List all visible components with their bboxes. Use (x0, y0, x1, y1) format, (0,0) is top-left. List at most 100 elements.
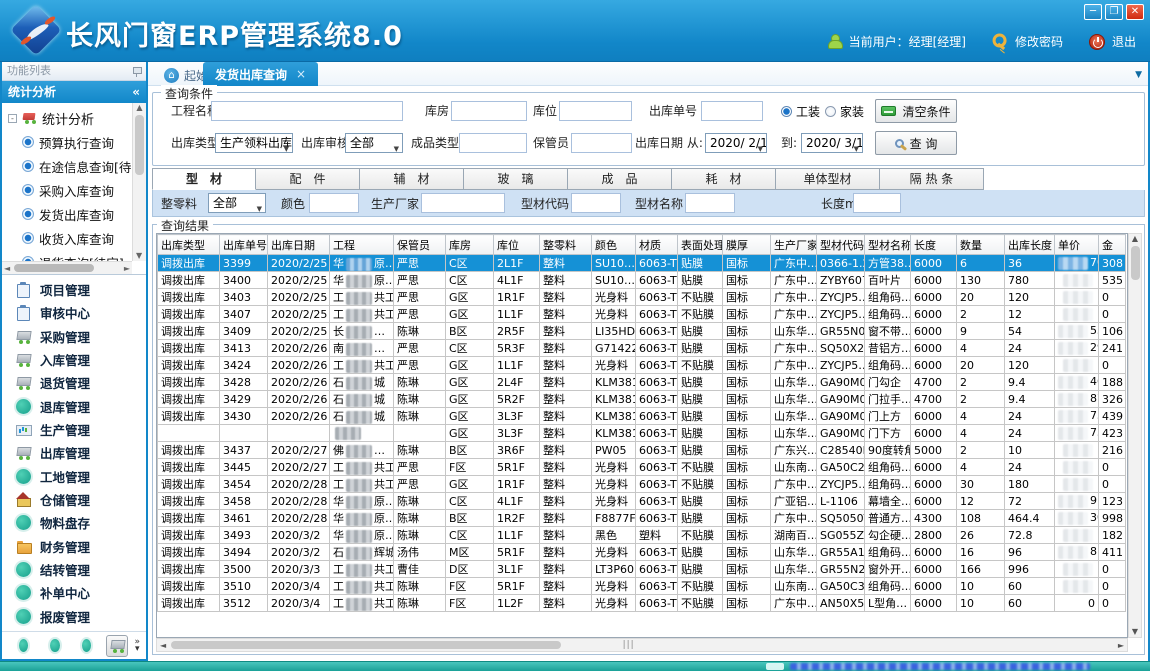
date-to-select[interactable]: 2020/ 3/16 (801, 133, 863, 153)
table-row[interactable]: 调拨出库34582020/2/28华原…陈琳C区4L1F整料光身料6063-T5… (158, 493, 1126, 510)
sidebar-item-6[interactable]: 生产管理 (2, 418, 146, 441)
profile-code-input[interactable] (571, 193, 621, 213)
table-scroll-down-icon[interactable]: ▼ (1129, 627, 1141, 636)
cart-button[interactable] (106, 635, 128, 657)
material-tab-1[interactable]: 配 件 (256, 168, 360, 190)
table-row[interactable]: 调拨出库34092020/2/25长…陈琳B区2R5F整料LI35HD6063-… (158, 323, 1126, 340)
radio-engineering[interactable]: 工装 (781, 103, 820, 120)
table-scroll-up-icon[interactable]: ▲ (1132, 234, 1138, 243)
clear-conditions-button[interactable]: 清空条件 (875, 99, 957, 123)
minimize-button[interactable]: ─ (1084, 4, 1102, 20)
sidebar-item-8[interactable]: 工地管理 (2, 465, 146, 488)
table-row[interactable]: 调拨出库34072020/2/25工共工程严思G区1L1F整料光身料6063-T… (158, 306, 1126, 323)
tree-scroll-down-icon[interactable]: ▼ (136, 251, 142, 260)
table-row[interactable]: 调拨出库34282020/2/26石城陈琳G区2L4F整料KLM38176063… (158, 374, 1126, 391)
location-input[interactable] (559, 101, 632, 121)
material-tab-0[interactable]: 型 材 (152, 168, 256, 190)
sidebar-item-1[interactable]: 审核中心 (2, 301, 146, 324)
tree-item-4[interactable]: 收货入库查询 (8, 226, 132, 250)
sidebar-item-3[interactable]: 入库管理 (2, 348, 146, 371)
column-header-color[interactable]: 颜色 (592, 235, 636, 255)
maximize-button[interactable]: ❐ (1105, 4, 1123, 20)
tab-shipping-outbound-query[interactable]: 发货出库查询 × (203, 62, 318, 86)
sidebar-item-7[interactable]: 出库管理 (2, 441, 146, 464)
length-mm-input[interactable] (853, 193, 901, 213)
table-scroll-left-icon[interactable]: ◄ (160, 641, 166, 650)
column-header-type[interactable]: 出库类型 (158, 235, 220, 255)
column-header-loc[interactable]: 库位 (494, 235, 540, 255)
sidebar-item-12[interactable]: 结转管理 (2, 558, 146, 581)
table-row[interactable]: 调拨出库34032020/2/25工共工程严思G区1R1F整料光身料6063-T… (158, 289, 1126, 306)
tab-close-icon[interactable]: × (296, 67, 306, 81)
tree-scroll-up-icon[interactable]: ▲ (136, 103, 142, 112)
table-row[interactable]: 调拨出库34942020/3/2石辉城汤伟M区5R1F整料光身料6063-T5贴… (158, 544, 1126, 561)
column-header-name[interactable]: 型材名称 (865, 235, 911, 255)
outbound-no-input[interactable] (701, 101, 763, 121)
column-header-keeper[interactable]: 保管员 (394, 235, 446, 255)
sidebar-item-11[interactable]: 财务管理 (2, 535, 146, 558)
sidebar-item-4[interactable]: 退货管理 (2, 371, 146, 394)
date-from-select[interactable]: 2020/ 2/16 (705, 133, 767, 153)
outbound-type-select[interactable]: 生产领料出库 (215, 133, 293, 153)
logout-link[interactable]: 退出 (1112, 33, 1136, 50)
more-buttons-chevron[interactable]: »▾ (134, 639, 140, 653)
table-row[interactable]: 调拨出库34542020/2/28工共工程严思G区1R1F整料光身料6063-T… (158, 476, 1126, 493)
material-tab-6[interactable]: 单体型材 (776, 168, 880, 190)
column-header-proj[interactable]: 工程 (330, 235, 394, 255)
table-row[interactable]: 调拨出库34302020/2/26石城陈琳G区3L3F整料KLM38176063… (158, 408, 1126, 425)
column-header-surf[interactable]: 表面处理 (678, 235, 723, 255)
product-type-input[interactable] (459, 133, 527, 153)
column-header-whole[interactable]: 整零料 (540, 235, 592, 255)
warehouse-input[interactable] (451, 101, 527, 121)
pin-icon[interactable] (133, 66, 141, 77)
column-header-len[interactable]: 长度 (911, 235, 957, 255)
material-tab-4[interactable]: 成 品 (568, 168, 672, 190)
sidebar-item-5[interactable]: 退库管理 (2, 395, 146, 418)
dot-icon[interactable] (82, 639, 91, 652)
keeper-input[interactable] (571, 133, 632, 153)
material-tab-7[interactable]: 隔 热 条 (880, 168, 984, 190)
tree-horizontal-scrollbar[interactable]: ◄ ► (2, 261, 132, 274)
table-row[interactable]: 调拨出库34242020/2/26工共工程严思G区1L1F整料光身料6063-T… (158, 357, 1126, 374)
tree-root-statistics[interactable]: -统计分析 (8, 106, 132, 130)
table-row[interactable]: 调拨出库34932020/3/2华原…陈琳C区1L1F整料黑色塑料不贴膜国标湖南… (158, 527, 1126, 544)
table-row[interactable]: 调拨出库35102020/3/4工共工程陈琳F区5R1F整料光身料6063-T5… (158, 578, 1126, 595)
search-button[interactable]: 查 询 (875, 131, 957, 155)
tree-item-5[interactable]: 退货查询[待定] (8, 250, 132, 261)
tree-scroll-right-icon[interactable]: ► (124, 264, 130, 273)
profile-name-input[interactable] (685, 193, 735, 213)
material-tab-5[interactable]: 耗 材 (672, 168, 776, 190)
sidebar-item-2[interactable]: 采购管理 (2, 325, 146, 348)
column-header-outlen[interactable]: 出库长度 (1005, 235, 1055, 255)
table-row[interactable]: 调拨出库35002020/3/3工共工程曹佳D区3L1F整料LT3P606063… (158, 561, 1126, 578)
column-header-room[interactable]: 库房 (446, 235, 494, 255)
sidebar-item-14[interactable]: 报废管理 (2, 605, 146, 628)
project-name-input[interactable] (211, 101, 403, 121)
audit-select[interactable]: 全部 (345, 133, 403, 153)
table-row[interactable]: 调拨出库33992020/2/25华原…严思C区2L1F整料SU10…6063-… (158, 255, 1126, 272)
dot-icon[interactable] (19, 639, 28, 652)
radio-home-decor[interactable]: 家装 (825, 103, 864, 120)
tree-expander-icon[interactable]: - (8, 114, 17, 123)
tab-list-dropdown-icon[interactable]: ▼ (1135, 70, 1142, 80)
column-header-mat[interactable]: 材质 (636, 235, 678, 255)
sidebar-item-13[interactable]: 补单中心 (2, 581, 146, 604)
material-tab-3[interactable]: 玻 璃 (464, 168, 568, 190)
tree-item-3[interactable]: 发货出库查询 (8, 202, 132, 226)
column-header-price[interactable]: 单价 (1055, 235, 1099, 255)
table-row[interactable]: G区3L3F整料KLM38176063-T5贴膜国标山东华…GA90M09…门下… (158, 425, 1126, 442)
tree-item-1[interactable]: 在途信息查询[待 (8, 154, 132, 178)
column-header-amt[interactable]: 金 (1099, 235, 1126, 255)
column-header-film[interactable]: 膜厚 (723, 235, 771, 255)
tree-item-2[interactable]: 采购入库查询 (8, 178, 132, 202)
tree-item-0[interactable]: 预算执行查询 (8, 130, 132, 154)
column-header-date[interactable]: 出库日期 (268, 235, 330, 255)
sidebar-item-0[interactable]: 项目管理 (2, 278, 146, 301)
column-header-qty[interactable]: 数量 (957, 235, 1005, 255)
dot-icon[interactable] (50, 639, 59, 652)
change-password-link[interactable]: 修改密码 (1015, 33, 1063, 50)
close-button[interactable]: ✕ (1126, 4, 1144, 20)
table-scroll-right-icon[interactable]: ► (1118, 641, 1124, 650)
sidebar-item-9[interactable]: 仓储管理 (2, 488, 146, 511)
color-input[interactable] (309, 193, 359, 213)
